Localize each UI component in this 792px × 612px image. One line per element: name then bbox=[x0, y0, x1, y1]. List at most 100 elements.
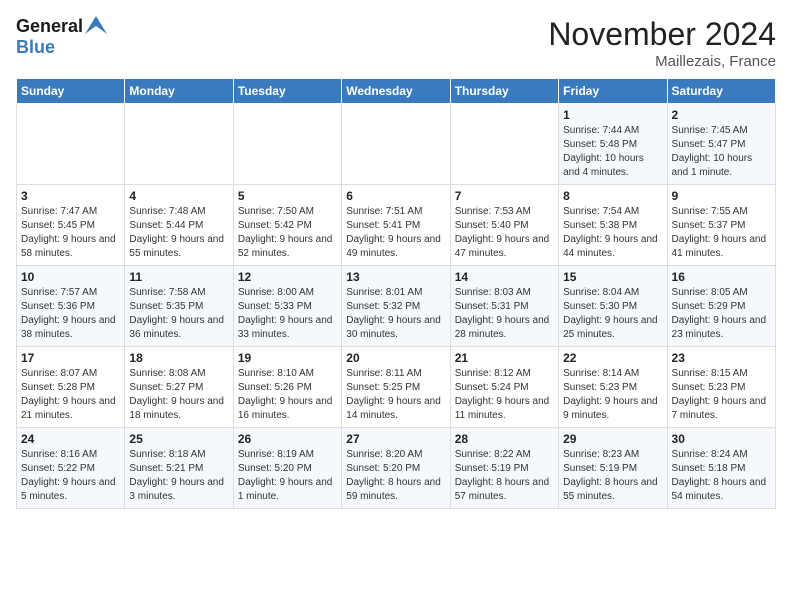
day-number: 13 bbox=[346, 270, 445, 284]
calendar-day-6: 6 Sunrise: 7:51 AM Sunset: 5:41 PM Daylig… bbox=[342, 185, 450, 266]
title-block: November 2024 Maillezais, France bbox=[548, 16, 776, 70]
day-info: Sunrise: 8:03 AM Sunset: 5:31 PM Dayligh… bbox=[455, 286, 554, 342]
day-info: Sunrise: 7:44 AM Sunset: 5:48 PM Dayligh… bbox=[563, 124, 662, 180]
page-header: General Blue November 2024 Maillezais, F… bbox=[16, 16, 776, 70]
calendar-day-10: 10 Sunrise: 7:57 AM Sunset: 5:36 PM Dayli… bbox=[17, 266, 125, 347]
location: Maillezais, France bbox=[548, 53, 776, 70]
calendar-day-26: 26Sunrise: 8:19 AM Sunset: 5:20 PM Dayli… bbox=[233, 428, 341, 509]
day-number: 24 bbox=[21, 432, 120, 446]
empty-day-cell bbox=[17, 104, 125, 185]
day-number: 4 bbox=[129, 189, 228, 203]
logo: General Blue bbox=[16, 16, 107, 58]
calendar-day-16: 16 Sunrise: 8:05 AM Sunset: 5:29 PM Dayli… bbox=[667, 266, 775, 347]
day-number: 25 bbox=[129, 432, 228, 446]
day-info: Sunrise: 8:12 AM Sunset: 5:24 PM Dayligh… bbox=[455, 367, 554, 423]
day-number: 27 bbox=[346, 432, 445, 446]
day-number: 28 bbox=[455, 432, 554, 446]
calendar-day-14: 14 Sunrise: 8:03 AM Sunset: 5:31 PM Dayli… bbox=[450, 266, 558, 347]
calendar-day-19: 19Sunrise: 8:10 AM Sunset: 5:26 PM Dayli… bbox=[233, 347, 341, 428]
calendar-week-row: 3Sunrise: 7:47 AM Sunset: 5:45 PM Daylig… bbox=[17, 185, 776, 266]
day-info: Sunrise: 8:18 AM Sunset: 5:21 PM Dayligh… bbox=[129, 448, 228, 504]
column-header-tuesday: Tuesday bbox=[233, 79, 341, 104]
calendar-day-27: 27 Sunrise: 8:20 AM Sunset: 5:20 PM Dayli… bbox=[342, 428, 450, 509]
day-info: Sunrise: 7:51 AM Sunset: 5:41 PM Dayligh… bbox=[346, 205, 445, 261]
day-info: Sunrise: 7:53 AM Sunset: 5:40 PM Dayligh… bbox=[455, 205, 554, 261]
day-info: Sunrise: 8:07 AM Sunset: 5:28 PM Dayligh… bbox=[21, 367, 120, 423]
column-header-friday: Friday bbox=[559, 79, 667, 104]
calendar-day-22: 22 Sunrise: 8:14 AM Sunset: 5:23 PM Dayli… bbox=[559, 347, 667, 428]
column-header-monday: Monday bbox=[125, 79, 233, 104]
calendar-week-row: 24 Sunrise: 8:16 AM Sunset: 5:22 PM Dayli… bbox=[17, 428, 776, 509]
calendar-body: 1 Sunrise: 7:44 AM Sunset: 5:48 PM Daylig… bbox=[17, 104, 776, 509]
day-number: 2 bbox=[672, 108, 771, 122]
day-info: Sunrise: 8:23 AM Sunset: 5:19 PM Dayligh… bbox=[563, 448, 662, 504]
day-number: 23 bbox=[672, 351, 771, 365]
day-info: Sunrise: 8:08 AM Sunset: 5:27 PM Dayligh… bbox=[129, 367, 228, 423]
calendar-day-28: 28 Sunrise: 8:22 AM Sunset: 5:19 PM Dayli… bbox=[450, 428, 558, 509]
day-number: 16 bbox=[672, 270, 771, 284]
day-number: 10 bbox=[21, 270, 120, 284]
day-number: 22 bbox=[563, 351, 662, 365]
calendar-day-5: 5Sunrise: 7:50 AM Sunset: 5:42 PM Daylig… bbox=[233, 185, 341, 266]
day-number: 6 bbox=[346, 189, 445, 203]
day-number: 8 bbox=[563, 189, 662, 203]
calendar-week-row: 1 Sunrise: 7:44 AM Sunset: 5:48 PM Daylig… bbox=[17, 104, 776, 185]
empty-day-cell bbox=[342, 104, 450, 185]
logo-bird-icon bbox=[85, 16, 107, 34]
day-info: Sunrise: 8:04 AM Sunset: 5:30 PM Dayligh… bbox=[563, 286, 662, 342]
day-number: 20 bbox=[346, 351, 445, 365]
day-number: 1 bbox=[563, 108, 662, 122]
calendar-day-17: 17 Sunrise: 8:07 AM Sunset: 5:28 PM Dayli… bbox=[17, 347, 125, 428]
calendar-day-15: 15Sunrise: 8:04 AM Sunset: 5:30 PM Dayli… bbox=[559, 266, 667, 347]
day-info: Sunrise: 8:22 AM Sunset: 5:19 PM Dayligh… bbox=[455, 448, 554, 504]
calendar-day-8: 8 Sunrise: 7:54 AM Sunset: 5:38 PM Daylig… bbox=[559, 185, 667, 266]
day-number: 30 bbox=[672, 432, 771, 446]
day-info: Sunrise: 7:57 AM Sunset: 5:36 PM Dayligh… bbox=[21, 286, 120, 342]
logo-text: General bbox=[16, 16, 107, 39]
calendar-week-row: 10 Sunrise: 7:57 AM Sunset: 5:36 PM Dayli… bbox=[17, 266, 776, 347]
day-info: Sunrise: 8:14 AM Sunset: 5:23 PM Dayligh… bbox=[563, 367, 662, 423]
day-number: 17 bbox=[21, 351, 120, 365]
calendar-day-3: 3Sunrise: 7:47 AM Sunset: 5:45 PM Daylig… bbox=[17, 185, 125, 266]
day-info: Sunrise: 8:10 AM Sunset: 5:26 PM Dayligh… bbox=[238, 367, 337, 423]
day-info: Sunrise: 7:54 AM Sunset: 5:38 PM Dayligh… bbox=[563, 205, 662, 261]
calendar-day-25: 25 Sunrise: 8:18 AM Sunset: 5:21 PM Dayli… bbox=[125, 428, 233, 509]
calendar-day-13: 13Sunrise: 8:01 AM Sunset: 5:32 PM Dayli… bbox=[342, 266, 450, 347]
day-info: Sunrise: 8:24 AM Sunset: 5:18 PM Dayligh… bbox=[672, 448, 771, 504]
day-info: Sunrise: 8:16 AM Sunset: 5:22 PM Dayligh… bbox=[21, 448, 120, 504]
calendar-day-21: 21 Sunrise: 8:12 AM Sunset: 5:24 PM Dayli… bbox=[450, 347, 558, 428]
day-number: 7 bbox=[455, 189, 554, 203]
calendar-day-7: 7 Sunrise: 7:53 AM Sunset: 5:40 PM Daylig… bbox=[450, 185, 558, 266]
calendar-day-29: 29Sunrise: 8:23 AM Sunset: 5:19 PM Dayli… bbox=[559, 428, 667, 509]
calendar-week-row: 17 Sunrise: 8:07 AM Sunset: 5:28 PM Dayli… bbox=[17, 347, 776, 428]
day-number: 26 bbox=[238, 432, 337, 446]
day-number: 14 bbox=[455, 270, 554, 284]
day-number: 12 bbox=[238, 270, 337, 284]
column-header-wednesday: Wednesday bbox=[342, 79, 450, 104]
day-info: Sunrise: 8:00 AM Sunset: 5:33 PM Dayligh… bbox=[238, 286, 337, 342]
calendar-header-row: SundayMondayTuesdayWednesdayThursdayFrid… bbox=[17, 79, 776, 104]
empty-day-cell bbox=[233, 104, 341, 185]
day-info: Sunrise: 8:15 AM Sunset: 5:23 PM Dayligh… bbox=[672, 367, 771, 423]
day-info: Sunrise: 7:55 AM Sunset: 5:37 PM Dayligh… bbox=[672, 205, 771, 261]
calendar-day-20: 20 Sunrise: 8:11 AM Sunset: 5:25 PM Dayli… bbox=[342, 347, 450, 428]
column-header-saturday: Saturday bbox=[667, 79, 775, 104]
day-info: Sunrise: 8:11 AM Sunset: 5:25 PM Dayligh… bbox=[346, 367, 445, 423]
day-info: Sunrise: 8:20 AM Sunset: 5:20 PM Dayligh… bbox=[346, 448, 445, 504]
day-number: 18 bbox=[129, 351, 228, 365]
column-header-sunday: Sunday bbox=[17, 79, 125, 104]
day-number: 9 bbox=[672, 189, 771, 203]
day-info: Sunrise: 7:48 AM Sunset: 5:44 PM Dayligh… bbox=[129, 205, 228, 261]
calendar-day-24: 24 Sunrise: 8:16 AM Sunset: 5:22 PM Dayli… bbox=[17, 428, 125, 509]
month-title: November 2024 bbox=[548, 16, 776, 53]
day-number: 21 bbox=[455, 351, 554, 365]
calendar-day-2: 2Sunrise: 7:45 AM Sunset: 5:47 PM Daylig… bbox=[667, 104, 775, 185]
day-number: 3 bbox=[21, 189, 120, 203]
day-number: 11 bbox=[129, 270, 228, 284]
calendar-day-11: 11Sunrise: 7:58 AM Sunset: 5:35 PM Dayli… bbox=[125, 266, 233, 347]
calendar-day-12: 12 Sunrise: 8:00 AM Sunset: 5:33 PM Dayli… bbox=[233, 266, 341, 347]
calendar-table: SundayMondayTuesdayWednesdayThursdayFrid… bbox=[16, 78, 776, 509]
day-info: Sunrise: 8:05 AM Sunset: 5:29 PM Dayligh… bbox=[672, 286, 771, 342]
calendar-day-30: 30 Sunrise: 8:24 AM Sunset: 5:18 PM Dayli… bbox=[667, 428, 775, 509]
calendar-day-18: 18 Sunrise: 8:08 AM Sunset: 5:27 PM Dayli… bbox=[125, 347, 233, 428]
